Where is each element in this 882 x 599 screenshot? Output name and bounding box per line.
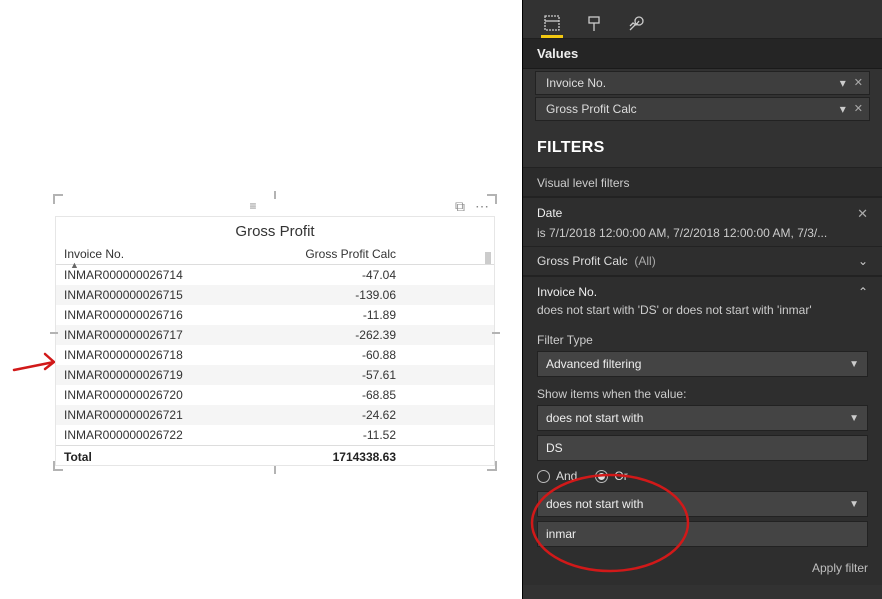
filter-title: Gross Profit Calc (537, 254, 628, 268)
filters-section-title: FILTERS (523, 123, 882, 167)
filter-title: Invoice No. (537, 285, 597, 299)
condition1-operator-select[interactable]: does not start with ▼ (537, 405, 868, 431)
caret-down-icon: ▼ (849, 499, 859, 510)
total-label: Total (64, 450, 234, 464)
grip-icon[interactable]: ≡ (249, 199, 256, 213)
chevron-down-icon[interactable]: ▾ (840, 76, 846, 90)
table-container: Gross Profit Invoice No. Gross Profit Ca… (55, 216, 495, 466)
table-row: INMAR000000026722-11.52 (56, 425, 494, 445)
remove-field-icon[interactable]: ✕ (854, 102, 863, 116)
table-row: INMAR000000026716-11.89 (56, 305, 494, 325)
tab-fields[interactable] (541, 10, 563, 38)
table-row: INMAR000000026718-60.88 (56, 345, 494, 365)
field-label: Gross Profit Calc (546, 102, 637, 116)
caret-down-icon: ▼ (849, 413, 859, 424)
table-header-row: Invoice No. Gross Profit Calc ▲ (56, 244, 494, 265)
show-items-label: Show items when the value: (537, 387, 868, 401)
filter-type-label: Filter Type (537, 333, 868, 347)
sort-asc-icon: ▲ (70, 260, 79, 270)
apply-filter-button[interactable]: Apply filter (523, 555, 882, 585)
tab-format[interactable] (583, 10, 605, 38)
remove-filter-icon[interactable]: ✕ (857, 206, 868, 222)
radio-or[interactable]: Or (595, 469, 627, 483)
filter-type-select[interactable]: Advanced filtering ▼ (537, 351, 868, 377)
chevron-up-icon[interactable]: ⌃ (858, 285, 868, 299)
column-header-gross-profit[interactable]: Gross Profit Calc (234, 247, 486, 261)
table-row: INMAR000000026714-47.04 (56, 265, 494, 285)
field-well-invoice[interactable]: Invoice No. ▾ ✕ (535, 71, 870, 95)
filter-card-gross-profit: Gross Profit Calc (All) ⌄ (523, 246, 882, 276)
table-title: Gross Profit (56, 217, 494, 244)
condition1-value-input[interactable]: DS (537, 435, 868, 461)
filter-all-text: (All) (634, 254, 655, 268)
report-canvas: ≡ ⧉ ⋯ Gross Profit Invoice No. Gross Pro… (0, 0, 522, 599)
table-row: INMAR000000026717-262.39 (56, 325, 494, 345)
field-label: Invoice No. (546, 76, 606, 90)
table-visual[interactable]: ≡ ⧉ ⋯ Gross Profit Invoice No. Gross Pro… (55, 196, 495, 469)
visual-header: ≡ ⧉ ⋯ (55, 196, 495, 216)
table-footer: Total 1714338.63 (56, 445, 494, 468)
caret-down-icon: ▼ (849, 359, 859, 370)
filter-card-date: Date ✕ is 7/1/2018 12:00:00 AM, 7/2/2018… (523, 197, 882, 246)
filter-summary: does not start with 'DS' or does not sta… (523, 303, 882, 323)
panel-tabs (523, 0, 882, 39)
total-value: 1714338.63 (234, 450, 486, 464)
chevron-down-icon[interactable]: ⌄ (858, 254, 868, 268)
scrollbar[interactable] (485, 252, 491, 264)
logic-operator-group: And Or (537, 461, 868, 491)
radio-and[interactable]: And (537, 469, 577, 483)
field-well-gross-profit[interactable]: Gross Profit Calc ▾ ✕ (535, 97, 870, 121)
table-row: INMAR000000026715-139.06 (56, 285, 494, 305)
visual-level-filters-header: Visual level filters (523, 167, 882, 197)
condition2-operator-select[interactable]: does not start with ▼ (537, 491, 868, 517)
column-header-invoice[interactable]: Invoice No. (64, 247, 234, 261)
filter-title: Date (537, 206, 562, 220)
condition2-value-input[interactable]: inmar (537, 521, 868, 547)
format-panel: Values Invoice No. ▾ ✕ Gross Profit Calc … (522, 0, 882, 599)
table-row: INMAR000000026720-68.85 (56, 385, 494, 405)
filter-summary: is 7/1/2018 12:00:00 AM, 7/2/2018 12:00:… (523, 226, 882, 246)
table-row: INMAR000000026719-57.61 (56, 365, 494, 385)
tab-analytics[interactable] (625, 10, 647, 38)
filter-card-invoice: Invoice No. ⌃ does not start with 'DS' o… (523, 276, 882, 585)
table-row: INMAR000000026721-24.62 (56, 405, 494, 425)
chevron-down-icon[interactable]: ▾ (840, 102, 846, 116)
values-section-header: Values (523, 39, 882, 69)
focus-mode-icon[interactable]: ⧉ (455, 198, 465, 215)
remove-field-icon[interactable]: ✕ (854, 76, 863, 90)
